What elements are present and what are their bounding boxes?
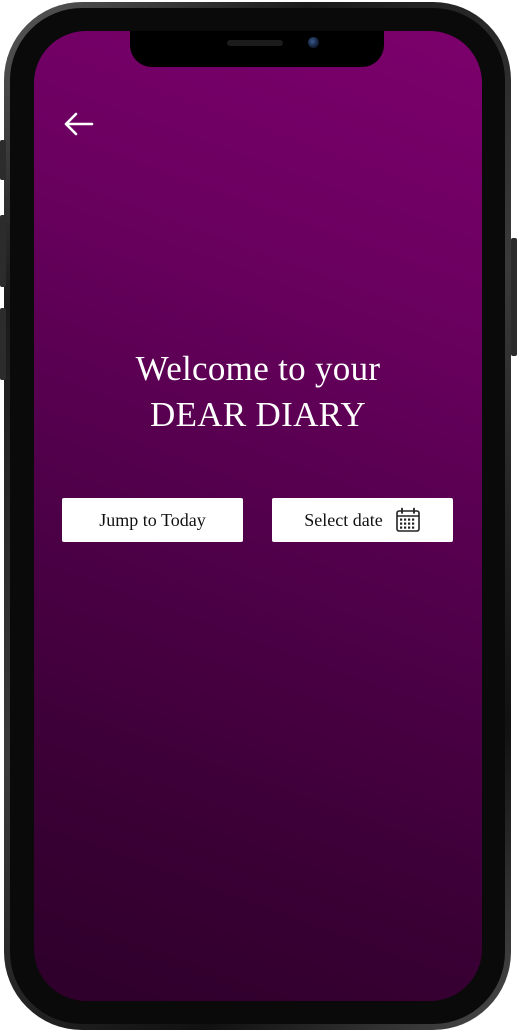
welcome-heading: Welcome to your DEAR DIARY [34,346,482,438]
volume-down-button [0,308,6,380]
calendar-icon [395,507,420,532]
app-screen: Welcome to your DEAR DIARY Jump to Today… [34,31,482,1001]
arrow-left-icon [64,112,94,136]
speaker-grille [227,40,283,46]
back-button[interactable] [60,109,96,139]
welcome-line-2: DEAR DIARY [150,395,366,434]
notch [130,31,384,67]
power-button [511,238,517,356]
volume-up-button [0,215,6,287]
select-date-label: Select date [304,509,383,530]
front-camera [308,37,319,48]
welcome-line-1: Welcome to your [135,349,381,388]
mute-switch [0,140,6,180]
jump-to-today-label: Jump to Today [99,509,206,530]
jump-to-today-button[interactable]: Jump to Today [62,498,243,542]
select-date-button[interactable]: Select date [272,498,453,542]
